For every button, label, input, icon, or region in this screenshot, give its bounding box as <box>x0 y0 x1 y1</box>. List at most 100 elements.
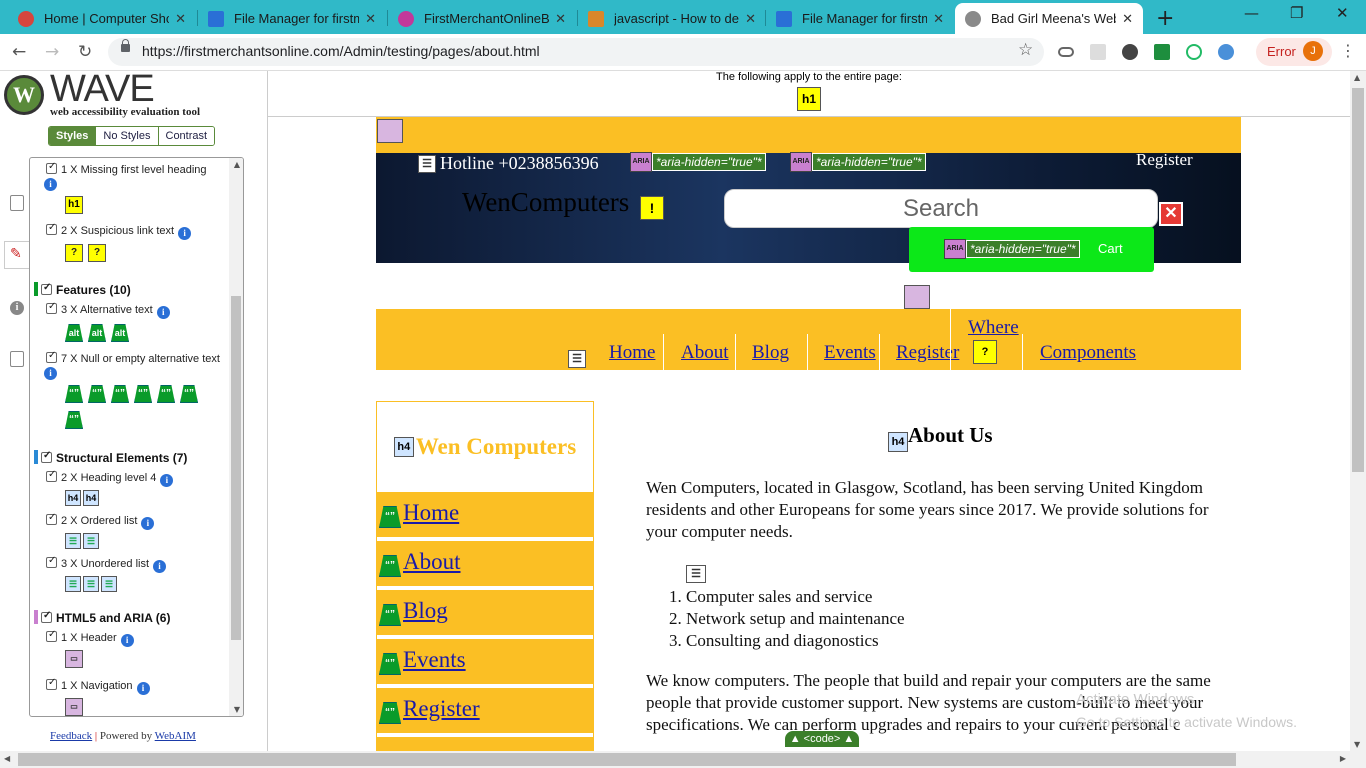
browser-menu-icon[interactable]: ⋮ <box>1340 41 1356 60</box>
item-header[interactable]: 1 X Headeri <box>46 629 134 647</box>
heading-4-icon[interactable]: h4 <box>393 436 414 457</box>
item-alt-text[interactable]: 3 X Alternative texti <box>46 301 170 319</box>
url-text[interactable]: https://firstmerchantsonline.com/Admin/t… <box>142 43 540 59</box>
alt-text-icon[interactable]: alt <box>65 324 83 342</box>
panel-scroll-thumb[interactable] <box>231 296 241 640</box>
nav-events[interactable]: Events <box>824 342 876 364</box>
extension-icon[interactable] <box>1218 44 1234 60</box>
error-icon[interactable]: ✕ <box>1159 202 1183 226</box>
browser-tab[interactable]: Home | Computer Shop ✕ <box>8 3 196 34</box>
page-missing-h1-icon[interactable]: h1 <box>797 87 821 111</box>
tab-close-icon[interactable]: ✕ <box>365 11 376 27</box>
aria-hidden-icon[interactable]: ARIA *aria-hidden="true"* <box>944 239 1080 259</box>
null-alt-icon[interactable]: “” <box>88 385 106 403</box>
register-link[interactable]: Register <box>1136 150 1193 170</box>
webaim-link[interactable]: WebAIM <box>155 730 196 742</box>
tab-close-icon[interactable]: ✕ <box>933 11 944 27</box>
info-icon[interactable]: i <box>44 178 57 191</box>
list-icon[interactable]: ☰ <box>568 350 586 368</box>
checkbox[interactable] <box>41 610 52 623</box>
list-icon[interactable]: ☰ <box>418 155 436 173</box>
missing-h1-icon[interactable]: h1 <box>65 196 83 214</box>
profile-avatar[interactable]: J <box>1303 41 1323 61</box>
side-link-blog[interactable]: “” Blog <box>377 588 593 635</box>
suspicious-link-icon[interactable]: ? <box>65 244 83 262</box>
ordered-list-icon[interactable]: ☰ <box>65 533 81 549</box>
back-button[interactable]: ← <box>12 42 26 62</box>
info-icon[interactable]: i <box>178 227 192 240</box>
null-alt-icon[interactable]: “” <box>65 411 83 429</box>
details-tab-active[interactable]: ✎ <box>4 241 30 269</box>
nav-where[interactable]: Where <box>968 317 1019 339</box>
list-icon[interactable]: ☰ <box>686 565 706 583</box>
info-icon[interactable]: i <box>136 682 150 695</box>
navigation-region-icon[interactable]: ▭ <box>65 698 83 716</box>
null-alt-icon[interactable]: “” <box>134 385 152 403</box>
address-bar[interactable]: https://firstmerchantsonline.com/Admin/t… <box>108 38 1044 66</box>
wave-extension-icon[interactable] <box>1186 44 1202 60</box>
tab-contrast[interactable]: Contrast <box>157 127 215 145</box>
category-html5-aria[interactable]: HTML5 and ARIA (6) <box>34 610 170 625</box>
aria-hidden-icon[interactable]: ARIA *aria-hidden="true"* <box>630 152 766 172</box>
browser-tab[interactable]: File Manager for firstmerchantsonline ✕ <box>766 3 954 34</box>
scroll-up-icon[interactable]: ▲ <box>1354 73 1360 82</box>
bookmark-star-icon[interactable]: ☆ <box>1018 40 1033 60</box>
item-ordered-list[interactable]: 2 X Ordered listi <box>46 512 155 530</box>
nav-home[interactable]: Home <box>609 342 655 364</box>
extension-icon[interactable] <box>1154 44 1170 60</box>
scroll-down-icon[interactable]: ▼ <box>1354 740 1360 749</box>
nav-blog[interactable]: Blog <box>752 342 789 364</box>
browser-tab[interactable]: File Manager for firstmerchantsonline ✕ <box>198 3 386 34</box>
checkbox[interactable] <box>41 450 52 463</box>
new-tab-button[interactable]: + <box>1156 6 1174 31</box>
null-alt-icon[interactable]: “” <box>180 385 198 403</box>
item-missing-h1[interactable]: 1 X Missing first level heading <box>46 161 207 176</box>
header-region-icon[interactable] <box>377 119 403 143</box>
tab-close-icon[interactable]: ✕ <box>555 11 566 27</box>
info-icon[interactable]: i <box>44 367 57 380</box>
page-vertical-scrollbar[interactable]: ▲ ▼ <box>1350 71 1366 751</box>
item-null-alt[interactable]: 7 X Null or empty alternative text <box>46 350 220 365</box>
tab-close-icon[interactable]: ✕ <box>745 11 756 27</box>
info-icon[interactable]: i <box>156 306 170 319</box>
info-tab-icon[interactable]: i <box>10 301 24 315</box>
category-structural[interactable]: Structural Elements (7) <box>34 450 187 465</box>
checkbox[interactable] <box>46 512 57 525</box>
side-link-more[interactable] <box>377 735 593 751</box>
reload-button[interactable]: ↻ <box>78 42 92 62</box>
info-icon[interactable]: i <box>120 634 134 647</box>
checkbox[interactable] <box>41 282 52 295</box>
item-unordered-list[interactable]: 3 X Unordered listi <box>46 555 167 573</box>
null-alt-icon[interactable]: “” <box>65 385 83 403</box>
checkbox[interactable] <box>46 301 57 314</box>
panel-scrollbar[interactable]: ▲ ▼ <box>229 158 243 716</box>
unordered-list-icon[interactable]: ☰ <box>83 576 99 592</box>
side-link-about[interactable]: “” About <box>377 539 593 586</box>
item-navigation[interactable]: 1 X Navigationi <box>46 677 150 695</box>
brand-logo-text[interactable]: WenComputers <box>462 187 629 218</box>
maximize-button[interactable]: ❐ <box>1290 4 1303 22</box>
page-horizontal-scrollbar[interactable]: ◀ ▶ <box>0 751 1366 768</box>
alt-text-icon[interactable]: alt <box>88 324 106 342</box>
header-region-icon[interactable]: ▭ <box>65 650 83 668</box>
browser-tab-active[interactable]: Bad Girl Meena's Website ✕ <box>955 3 1143 34</box>
unordered-list-icon[interactable]: ☰ <box>65 576 81 592</box>
extension-icon[interactable] <box>1122 44 1138 60</box>
close-window-button[interactable]: ✕ <box>1336 4 1349 22</box>
summary-icon[interactable] <box>10 195 24 211</box>
side-link-home[interactable]: “” Home <box>377 490 593 537</box>
unordered-list-icon[interactable]: ☰ <box>101 576 117 592</box>
scroll-left-icon[interactable]: ◀ <box>4 754 10 763</box>
navigation-region-icon[interactable] <box>904 285 930 309</box>
browser-tab[interactable]: FirstMerchantOnlineBank ✕ <box>388 3 576 34</box>
suspicious-link-icon[interactable]: ? <box>973 340 997 364</box>
info-icon[interactable]: i <box>160 474 174 487</box>
heading-4-icon[interactable]: h4 <box>888 432 908 452</box>
heading-4-icon[interactable]: h4 <box>65 490 81 506</box>
checkbox[interactable] <box>46 555 57 568</box>
checkbox[interactable] <box>46 350 57 363</box>
browser-tab[interactable]: javascript - How to delete ✕ <box>578 3 766 34</box>
nav-about[interactable]: About <box>681 342 729 364</box>
alert-icon[interactable]: ! <box>640 196 664 220</box>
extension-icon[interactable] <box>1090 44 1106 60</box>
